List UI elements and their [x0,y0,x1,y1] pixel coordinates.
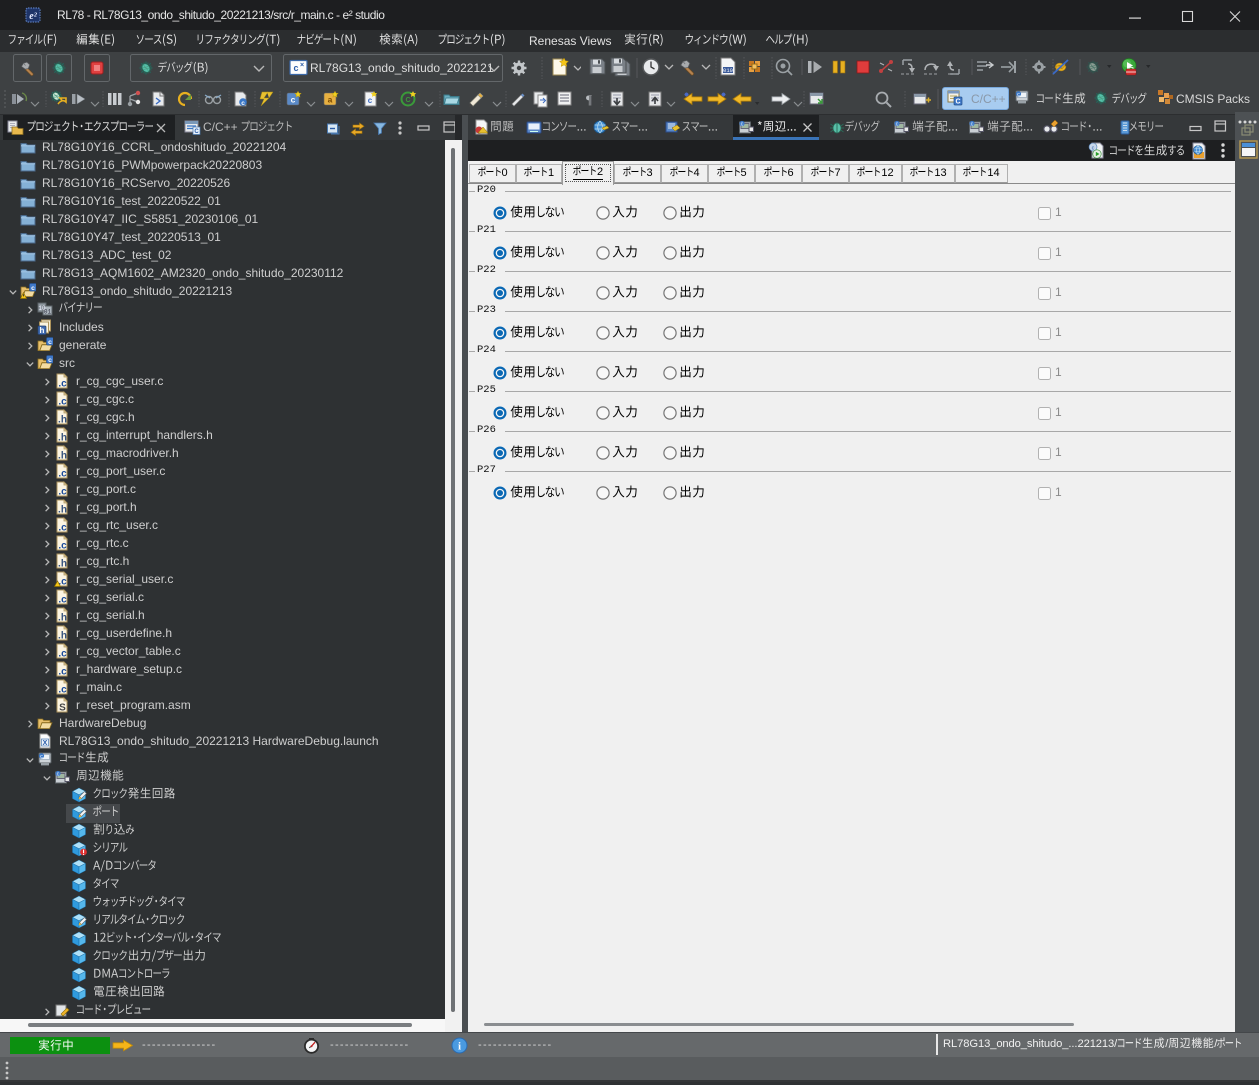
svg-text:.h: .h [58,415,67,426]
svg-text:c: c [293,63,298,73]
svg-text:C: C [405,97,410,104]
svg-text:i: i [458,1041,461,1053]
svg-text:.c: .c [58,523,67,534]
svg-text:S: S [59,703,66,714]
svg-text:.c: .c [58,487,67,498]
svg-text:.h: .h [58,631,67,642]
svg-text:.h: .h [58,433,67,444]
svg-text:.c: .c [58,649,67,660]
svg-text:.c: .c [58,685,67,696]
svg-text:01: 01 [44,309,52,316]
svg-text:e²: e² [29,11,37,22]
svg-text:c: c [741,122,744,128]
svg-text:×: × [300,62,304,69]
svg-text:.c: .c [58,595,67,606]
svg-text:c: c [241,100,245,107]
svg-text:.c: .c [58,397,67,408]
svg-text:C: C [194,129,199,135]
svg-text:.c: .c [58,469,67,480]
svg-text:C: C [955,99,960,106]
svg-text:.h: .h [58,451,67,462]
svg-text:c: c [48,339,52,346]
svg-text:c: c [31,285,35,292]
svg-text:c: c [896,122,899,128]
svg-text:c: c [40,754,43,760]
svg-text:c: c [57,772,60,778]
svg-text:a: a [328,95,333,105]
svg-text:.h: .h [58,505,67,516]
svg-text:c: c [291,95,296,105]
svg-text:.h: .h [58,613,67,624]
svg-text:.c: .c [58,379,67,390]
svg-text:.h: .h [58,559,67,570]
svg-text:010: 010 [723,67,733,74]
svg-text:c: c [971,122,974,128]
svg-text:.c: .c [58,667,67,678]
svg-text:c: c [48,357,52,364]
svg-text:.c: .c [58,541,67,552]
svg-text:c: c [1017,92,1020,98]
svg-text:c: c [368,96,373,105]
svg-text:c: c [1092,145,1095,151]
svg-text:¶: ¶ [586,92,592,107]
svg-text:h: h [40,326,45,335]
svg-text:X: X [43,740,48,747]
